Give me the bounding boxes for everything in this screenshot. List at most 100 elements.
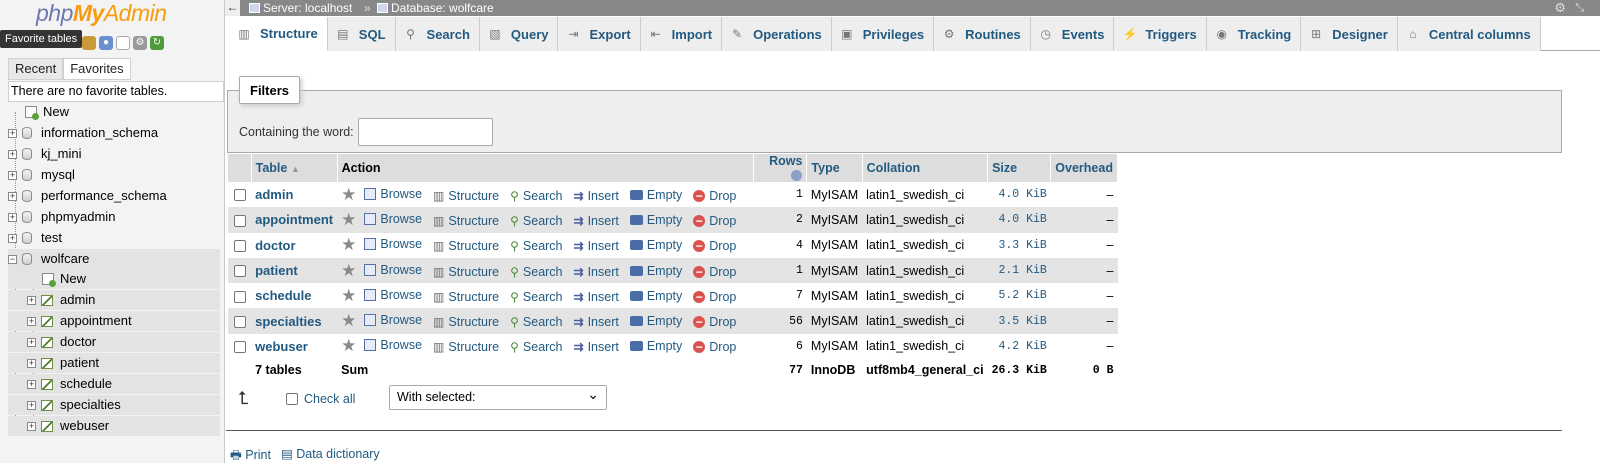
- expand-icon[interactable]: +: [27, 295, 36, 305]
- tab-sql[interactable]: ▤ SQL: [327, 17, 396, 51]
- drop-action[interactable]: − Drop: [693, 340, 736, 354]
- table-name-link[interactable]: specialties: [255, 314, 322, 329]
- size-link[interactable]: 4.0 KiB: [987, 207, 1051, 233]
- browse-action[interactable]: Browse: [364, 212, 422, 226]
- header-overhead[interactable]: Overhead: [1050, 154, 1118, 182]
- settings-icon[interactable]: ⚙: [133, 36, 147, 50]
- insert-action[interactable]: ⇉ Insert: [574, 189, 619, 203]
- table-name-link[interactable]: admin: [255, 187, 293, 202]
- search-action[interactable]: ⚲ Search: [510, 189, 562, 203]
- insert-action[interactable]: ⇉ Insert: [574, 290, 619, 304]
- insert-action[interactable]: ⇉ Insert: [574, 315, 619, 329]
- size-link[interactable]: 5.2 KiB: [987, 283, 1051, 309]
- tab-events[interactable]: ◷ Events: [1030, 17, 1115, 51]
- search-action[interactable]: ⚲ Search: [510, 265, 562, 279]
- nav-database-wolfcare[interactable]: − wolfcare: [8, 249, 220, 269]
- drop-action[interactable]: − Drop: [693, 239, 736, 253]
- insert-action[interactable]: ⇉ Insert: [574, 214, 619, 228]
- favorite-star-icon[interactable]: ★: [341, 185, 356, 204]
- structure-action[interactable]: ▥ Structure: [433, 340, 499, 354]
- nav-database-kj_mini[interactable]: + kj_mini: [8, 144, 220, 164]
- tab-central-columns[interactable]: ⌂ Central columns: [1397, 17, 1541, 51]
- drop-action[interactable]: − Drop: [693, 315, 736, 329]
- nav-table-schedule[interactable]: + schedule: [8, 374, 220, 394]
- tab-routines[interactable]: ⚙ Routines: [934, 17, 1031, 51]
- expand-icon[interactable]: +: [27, 316, 36, 326]
- expand-icon[interactable]: +: [8, 233, 17, 243]
- row-checkbox[interactable]: [233, 239, 246, 252]
- expand-icon[interactable]: +: [27, 400, 36, 410]
- browse-action[interactable]: Browse: [364, 313, 422, 327]
- table-name-link[interactable]: schedule: [255, 288, 311, 303]
- nav-database-performance_schema[interactable]: + performance_schema: [8, 186, 220, 206]
- reload-icon[interactable]: ↻: [150, 36, 164, 50]
- expand-icon[interactable]: +: [27, 337, 36, 347]
- search-action[interactable]: ⚲ Search: [510, 340, 562, 354]
- tab-favorites[interactable]: Favorites: [63, 58, 131, 80]
- drop-action[interactable]: − Drop: [693, 265, 736, 279]
- check-all-checkbox[interactable]: [286, 392, 298, 405]
- empty-action[interactable]: Empty: [629, 264, 682, 278]
- nav-table-webuser[interactable]: + webuser: [8, 416, 220, 436]
- search-action[interactable]: ⚲ Search: [510, 239, 562, 253]
- empty-action[interactable]: Empty: [629, 188, 682, 202]
- browse-action[interactable]: Browse: [364, 338, 422, 352]
- expand-icon[interactable]: +: [8, 149, 17, 159]
- logout-icon[interactable]: ●: [99, 36, 113, 50]
- drop-action[interactable]: − Drop: [693, 214, 736, 228]
- expand-icon[interactable]: +: [8, 128, 17, 138]
- tab-export[interactable]: ⇥ Export: [558, 17, 641, 51]
- nav-table-appointment[interactable]: + appointment: [8, 311, 220, 331]
- tab-import[interactable]: ⇤ Import: [640, 17, 723, 51]
- empty-action[interactable]: Empty: [629, 213, 682, 227]
- structure-action[interactable]: ▥ Structure: [433, 265, 499, 279]
- row-checkbox[interactable]: [233, 341, 246, 354]
- browse-action[interactable]: Browse: [364, 263, 422, 277]
- favorite-star-icon[interactable]: ★: [341, 311, 356, 330]
- search-action[interactable]: ⚲ Search: [510, 315, 562, 329]
- expand-icon[interactable]: +: [8, 212, 17, 222]
- search-action[interactable]: ⚲ Search: [510, 214, 562, 228]
- maximize-icon[interactable]: ⤡: [1575, 0, 1584, 16]
- print-link[interactable]: 🖶 Print: [230, 446, 271, 467]
- nav-new-table[interactable]: New: [8, 269, 220, 289]
- header-size[interactable]: Size: [987, 154, 1052, 182]
- empty-action[interactable]: Empty: [629, 339, 682, 353]
- structure-action[interactable]: ▥ Structure: [433, 214, 499, 228]
- gear-icon[interactable]: ⚙: [1554, 0, 1566, 16]
- tab-search[interactable]: ⚲ Search: [395, 17, 480, 51]
- row-checkbox[interactable]: [233, 189, 246, 202]
- drop-action[interactable]: − Drop: [693, 290, 736, 304]
- drop-action[interactable]: − Drop: [693, 189, 736, 203]
- expand-icon[interactable]: +: [8, 170, 17, 180]
- nav-table-doctor[interactable]: + doctor: [8, 332, 220, 352]
- expand-icon[interactable]: +: [27, 421, 36, 431]
- tab-designer[interactable]: ⊞ Designer: [1301, 17, 1398, 51]
- insert-action[interactable]: ⇉ Insert: [574, 340, 619, 354]
- row-checkbox[interactable]: [233, 315, 246, 328]
- nav-database-mysql[interactable]: + mysql: [8, 165, 220, 185]
- nav-table-admin[interactable]: + admin: [8, 290, 220, 310]
- expand-icon[interactable]: +: [27, 379, 36, 389]
- size-link[interactable]: 3.3 KiB: [987, 232, 1051, 258]
- filter-input[interactable]: [358, 118, 493, 146]
- help-icon[interactable]: [791, 170, 803, 182]
- insert-action[interactable]: ⇉ Insert: [574, 265, 619, 279]
- favorite-star-icon[interactable]: ★: [341, 235, 356, 254]
- favorite-star-icon[interactable]: ★: [341, 286, 356, 305]
- phpmyadmin-logo[interactable]: phpMyAdmin: [36, 0, 167, 27]
- with-selected-dropdown[interactable]: With selected:: [389, 383, 607, 410]
- table-name-link[interactable]: appointment: [255, 212, 333, 227]
- nav-table-patient[interactable]: + patient: [8, 353, 220, 373]
- tab-operations[interactable]: ✎ Operations: [722, 17, 832, 51]
- row-checkbox[interactable]: [233, 290, 246, 303]
- tab-privileges[interactable]: ▣ Privileges: [831, 17, 935, 51]
- nav-database-phpmyadmin[interactable]: + phpmyadmin: [8, 207, 220, 227]
- header-type[interactable]: Type: [806, 154, 863, 182]
- expand-icon[interactable]: +: [8, 191, 17, 201]
- structure-action[interactable]: ▥ Structure: [433, 189, 499, 203]
- check-all-label[interactable]: Check all: [304, 392, 355, 406]
- nav-database-test[interactable]: + test: [8, 228, 220, 248]
- empty-action[interactable]: Empty: [629, 314, 682, 328]
- table-name-link[interactable]: webuser: [255, 339, 308, 354]
